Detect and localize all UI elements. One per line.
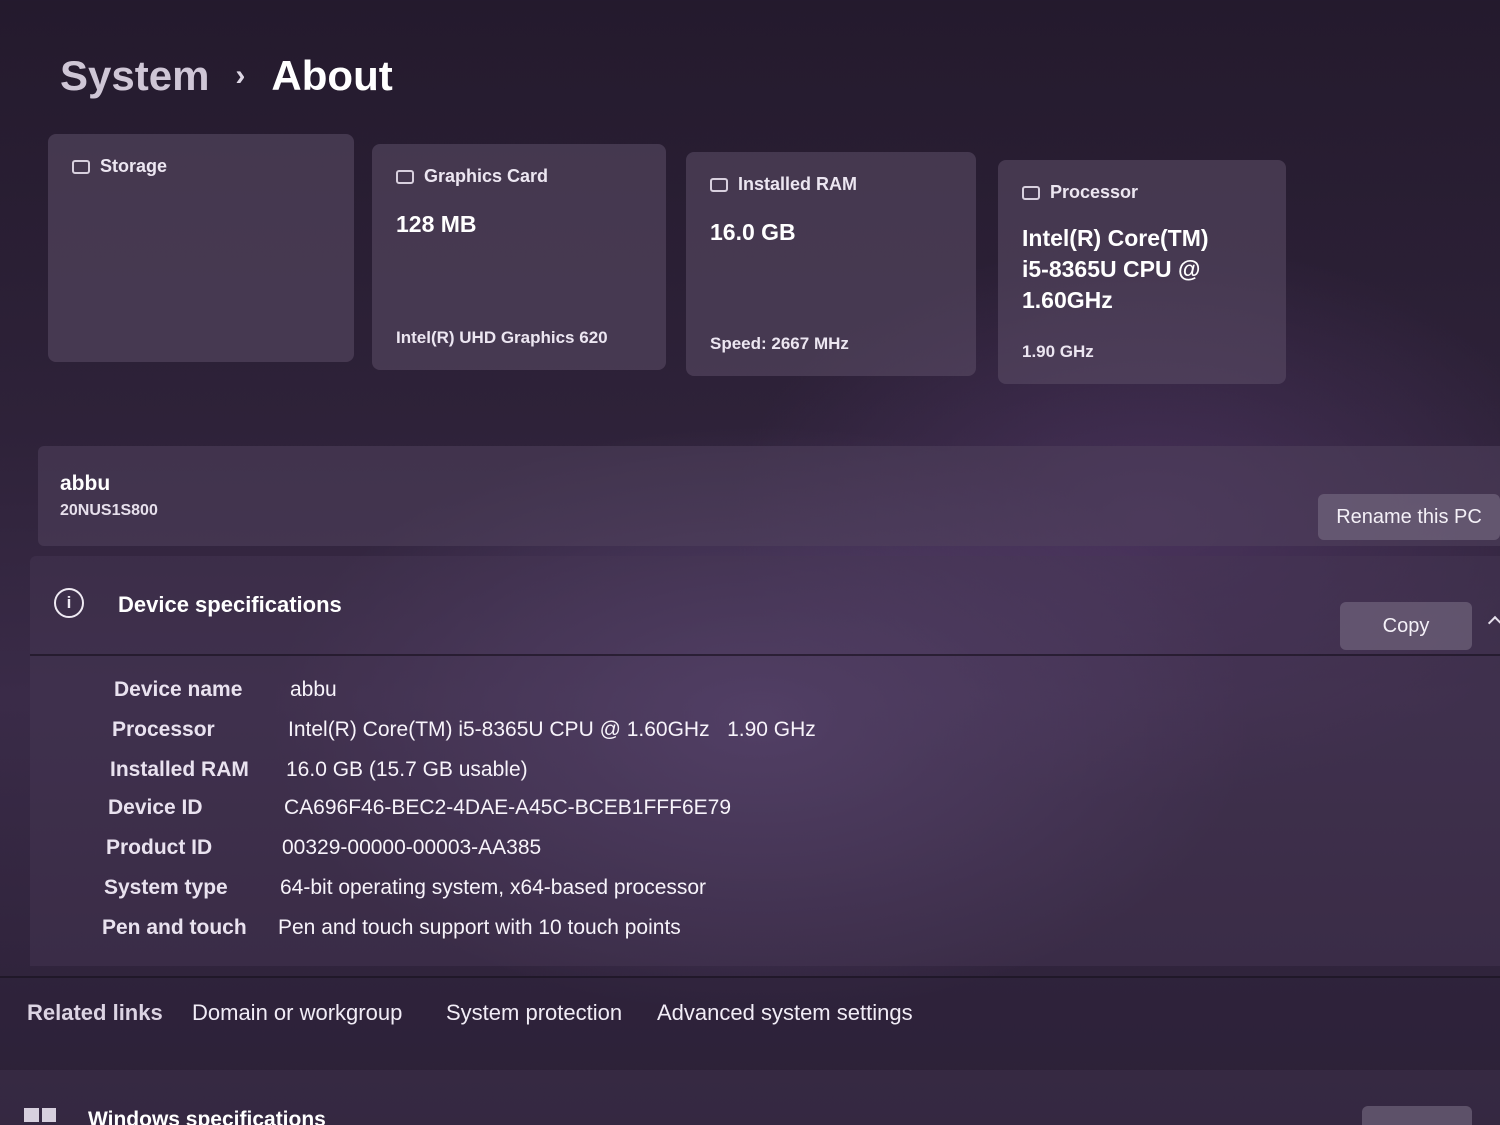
windows-logo-icon bbox=[24, 1108, 56, 1125]
device-specifications-header[interactable]: i Device specifications Copy bbox=[30, 556, 1500, 656]
breadcrumb: System › About bbox=[60, 52, 393, 100]
windows-specifications-title: Windows specifications bbox=[88, 1108, 326, 1125]
installed-ram-title: Installed RAM bbox=[738, 174, 858, 194]
spec-row: Processor Intel(R) Core(TM) i5-8365U CPU… bbox=[112, 718, 816, 742]
spec-value: Pen and touch support with 10 touch poin… bbox=[278, 916, 681, 939]
processor-speed: 1.90 GHz bbox=[1022, 342, 1094, 361]
info-icon: i bbox=[54, 588, 84, 618]
pc-name: abbu bbox=[60, 472, 111, 495]
storage-card-title: Storage bbox=[100, 156, 168, 176]
spec-value: CA696F46-BEC2-4DAE-A45C-BCEB1FFF6E79 bbox=[284, 796, 732, 819]
spec-value: abbu bbox=[290, 678, 337, 701]
graphics-card-title: Graphics Card bbox=[424, 166, 549, 186]
spec-value: 00329-00000-00003-AA385 bbox=[282, 836, 542, 859]
processor-card-value: Intel(R) Core(TM) i5-8365U CPU @ 1.60GHz bbox=[1022, 223, 1262, 316]
processor-icon bbox=[1022, 185, 1040, 200]
spec-value: 64-bit operating system, x64-based proce… bbox=[280, 876, 707, 899]
processor-card-title: Processor bbox=[1050, 182, 1139, 202]
spec-label: Installed RAM bbox=[110, 758, 249, 781]
processor-value-line2: i5-8365U CPU @ bbox=[1022, 256, 1201, 282]
domain-or-workgroup-link[interactable]: Domain or workgroup bbox=[192, 1000, 402, 1026]
page-title: About bbox=[271, 52, 393, 99]
spec-label: Device ID bbox=[108, 796, 203, 819]
related-links-bar: Related links Domain or workgroup System… bbox=[0, 976, 1500, 1060]
graphics-card-icon bbox=[396, 169, 414, 184]
graphics-card[interactable]: Graphics Card 128 MB Intel(R) UHD Graphi… bbox=[372, 144, 666, 370]
ram-icon bbox=[710, 177, 728, 192]
installed-ram-value: 16.0 GB bbox=[710, 219, 796, 245]
windows-specs-copy-button[interactable] bbox=[1362, 1106, 1472, 1125]
spec-label: Device name bbox=[114, 678, 243, 701]
device-specifications-panel: i Device specifications Copy Device name… bbox=[30, 556, 1500, 966]
spec-label: System type bbox=[104, 876, 228, 899]
advanced-system-settings-link[interactable]: Advanced system settings bbox=[657, 1000, 913, 1026]
spec-row: Pen and touch Pen and touch support with… bbox=[102, 916, 681, 940]
storage-card[interactable]: Storage bbox=[48, 134, 354, 362]
spec-label: Processor bbox=[112, 718, 215, 741]
spec-row: Device name abbu bbox=[114, 678, 337, 702]
breadcrumb-system[interactable]: System bbox=[60, 52, 209, 100]
spec-row: System type 64-bit operating system, x64… bbox=[104, 876, 706, 900]
processor-value-line1: Intel(R) Core(TM) bbox=[1022, 225, 1209, 251]
spec-row: Product ID 00329-00000-00003-AA385 bbox=[106, 836, 541, 860]
spec-label: Product ID bbox=[106, 836, 213, 859]
processor-card[interactable]: Processor Intel(R) Core(TM) i5-8365U CPU… bbox=[998, 160, 1286, 384]
processor-value-line3: 1.60GHz bbox=[1022, 287, 1113, 313]
spec-value: 16.0 GB (15.7 GB usable) bbox=[286, 758, 528, 781]
spec-label: Pen and touch bbox=[102, 916, 247, 939]
installed-ram-card[interactable]: Installed RAM 16.0 GB Speed: 2667 MHz bbox=[686, 152, 976, 376]
windows-specifications-header[interactable]: Windows specifications bbox=[0, 1070, 1500, 1125]
storage-icon bbox=[72, 159, 90, 174]
chevron-up-icon[interactable] bbox=[1487, 615, 1500, 631]
system-protection-link[interactable]: System protection bbox=[446, 1000, 622, 1026]
breadcrumb-separator: › bbox=[235, 59, 246, 92]
pc-name-bar: abbu 20NUS1S800 Rename this PC bbox=[38, 446, 1500, 546]
spec-row: Installed RAM 16.0 GB (15.7 GB usable) bbox=[110, 758, 528, 782]
spec-value: Intel(R) Core(TM) i5-8365U CPU @ 1.60GHz… bbox=[288, 718, 816, 741]
pc-model: 20NUS1S800 bbox=[60, 502, 158, 519]
spec-row: Device ID CA696F46-BEC2-4DAE-A45C-BCEB1F… bbox=[108, 796, 731, 820]
graphics-card-memory: 128 MB bbox=[396, 211, 477, 237]
copy-button[interactable]: Copy bbox=[1340, 602, 1472, 650]
rename-pc-button[interactable]: Rename this PC bbox=[1318, 494, 1500, 540]
graphics-card-model: Intel(R) UHD Graphics 620 bbox=[396, 328, 608, 347]
ram-speed: Speed: 2667 MHz bbox=[710, 334, 849, 353]
device-specifications-title: Device specifications bbox=[118, 592, 342, 617]
related-links-title: Related links bbox=[27, 1000, 163, 1025]
